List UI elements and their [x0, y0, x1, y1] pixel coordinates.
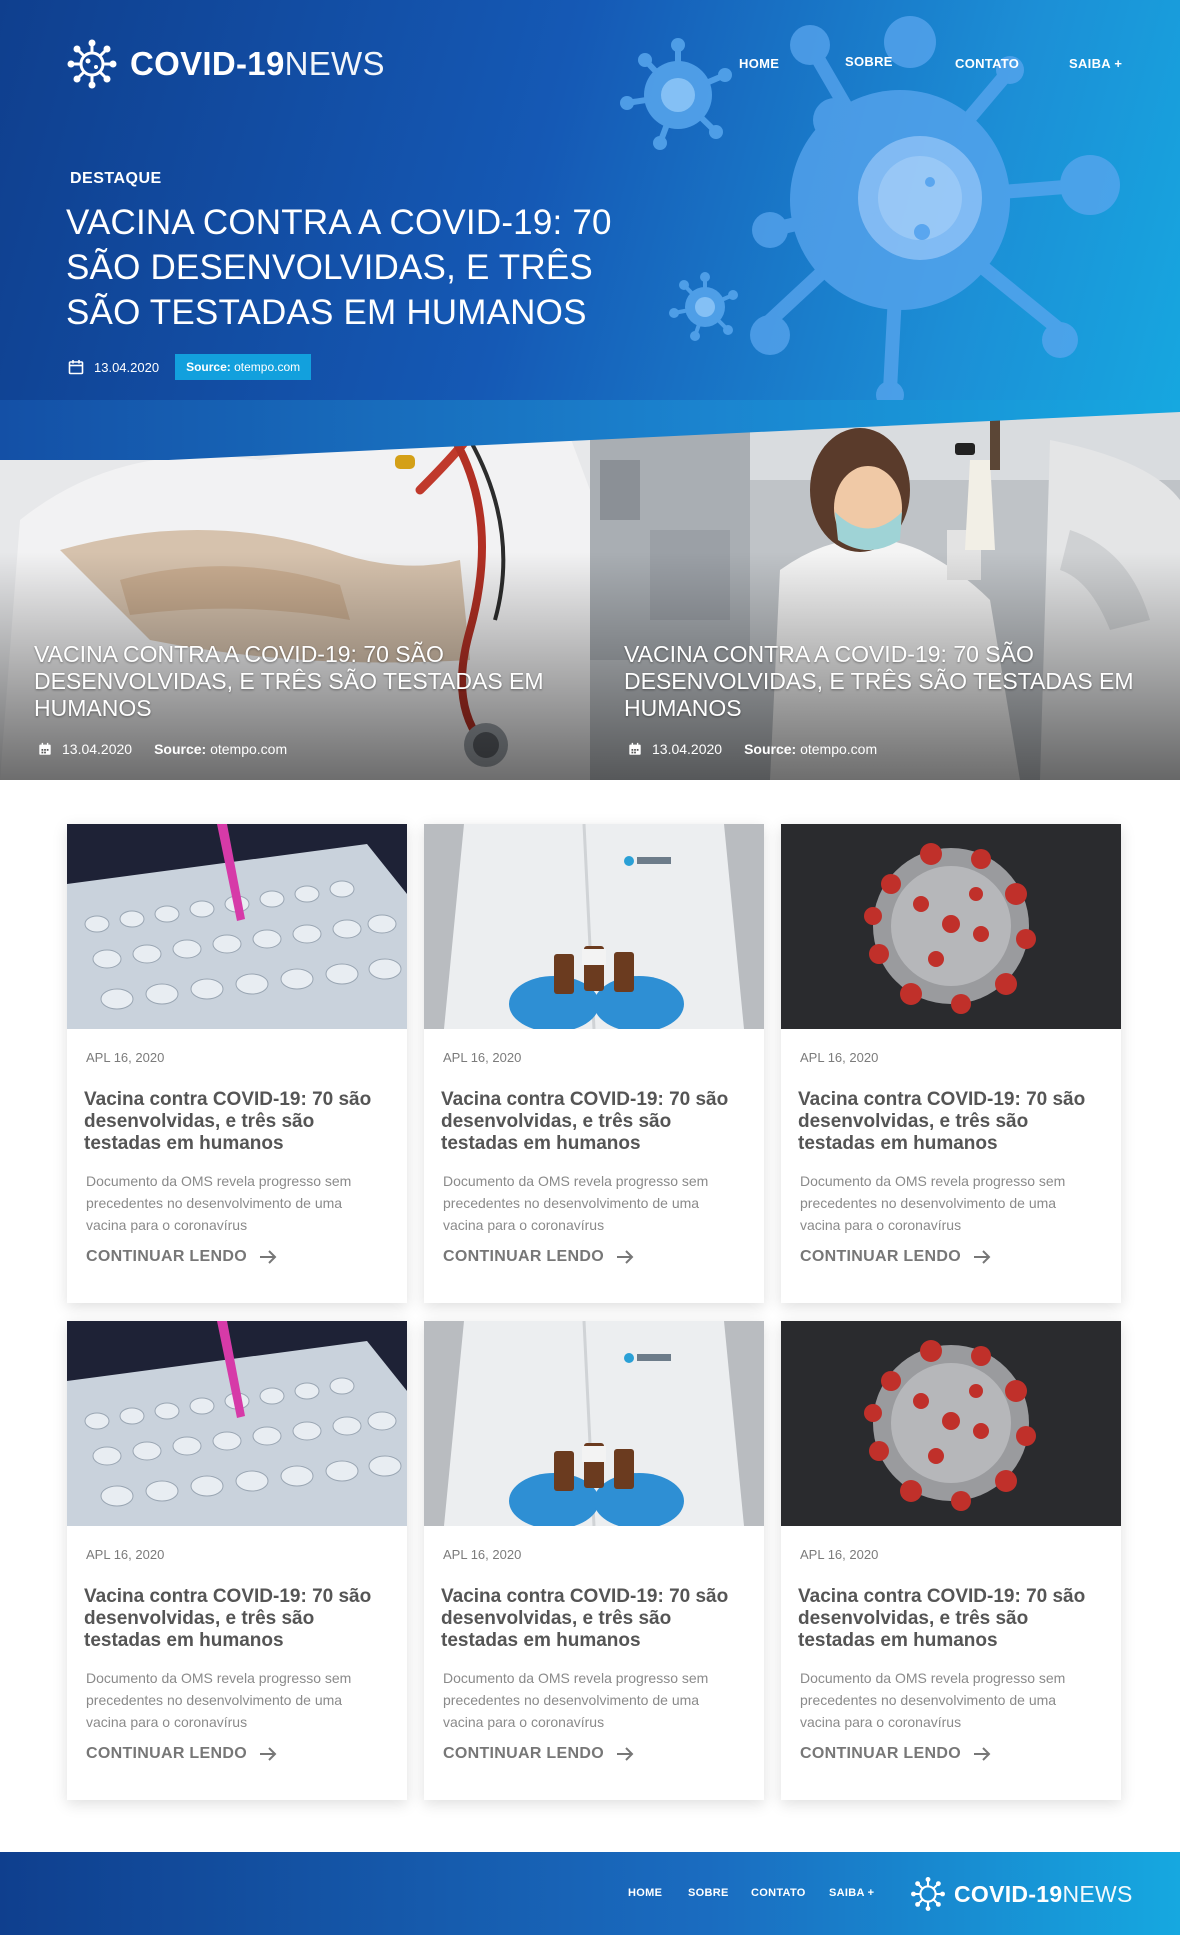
card-date: APL 16, 2020 — [86, 1050, 165, 1065]
image-shade — [0, 400, 590, 780]
arrow-right-icon — [616, 1250, 634, 1264]
card-date: APL 16, 2020 — [86, 1547, 165, 1562]
footer-nav-home[interactable]: HOME — [628, 1887, 662, 1899]
card-excerpt: Documento da OMS revela progresso sem pr… — [800, 1670, 1066, 1730]
news-card[interactable]: APL 16, 2020 Vacina contra COVID-19: 70 … — [424, 823, 764, 1303]
card-date: APL 16, 2020 — [800, 1050, 879, 1065]
continue-reading-link[interactable]: CONTINUAR LENDO — [86, 1745, 277, 1763]
featured-title[interactable]: VACINA CONTRA A COVID-19: 70 SÃO DESENVO… — [34, 641, 554, 722]
card-title[interactable]: Vacina contra COVID-19: 70 são desenvolv… — [441, 1089, 751, 1155]
card-excerpt: Documento da OMS revela progresso sem pr… — [86, 1670, 352, 1730]
calendar-icon — [68, 360, 84, 375]
continue-reading-link[interactable]: CONTINUAR LENDO — [443, 1745, 634, 1763]
arrow-right-icon — [616, 1747, 634, 1761]
featured-date: 13.04.2020 — [62, 741, 133, 757]
featured-date: 13.04.2020 — [652, 741, 723, 757]
footer-nav-saiba-mais[interactable]: SAIBA + — [829, 1887, 874, 1899]
image-shade — [590, 400, 1180, 780]
card-title[interactable]: Vacina contra COVID-19: 70 são desenvolv… — [441, 1586, 751, 1652]
calendar-icon — [39, 742, 51, 755]
lab-coat-vials-image — [424, 823, 764, 1032]
continue-reading-link[interactable]: CONTINUAR LENDO — [800, 1248, 991, 1266]
test-tubes-image — [67, 824, 407, 1029]
footer-nav-contato[interactable]: CONTATO — [751, 1887, 806, 1899]
footer-nav-sobre[interactable]: SOBRE — [688, 1887, 729, 1899]
featured-source: Source: otempo.com — [744, 741, 878, 757]
arrow-right-icon — [973, 1250, 991, 1264]
coronavirus-image — [781, 1321, 1121, 1526]
nav-saiba-mais[interactable]: SAIBA + — [1069, 56, 1122, 71]
card-date: APL 16, 2020 — [800, 1547, 879, 1562]
hero-headline[interactable]: VACINA CONTRA A COVID-19: 70 SÃO DESENVO… — [66, 200, 626, 335]
arrow-right-icon — [259, 1250, 277, 1264]
featured-meta: 13.04.2020 Source: otempo.com — [628, 741, 877, 757]
lab-coat-vials-image — [424, 1320, 764, 1529]
featured-story-doctor[interactable]: VACINA CONTRA A COVID-19: 70 SÃO DESENVO… — [0, 400, 590, 780]
news-card[interactable]: APL 16, 2020 Vacina contra COVID-19: 70 … — [67, 1321, 407, 1800]
card-excerpt: Documento da OMS revela progresso sem pr… — [800, 1173, 1066, 1233]
card-title[interactable]: Vacina contra COVID-19: 70 são desenvolv… — [84, 1586, 394, 1652]
arrow-right-icon — [973, 1747, 991, 1761]
nav-home[interactable]: HOME — [739, 56, 779, 71]
hero-date: 13.04.2020 — [94, 359, 160, 375]
card-title[interactable]: Vacina contra COVID-19: 70 são desenvolv… — [798, 1089, 1108, 1155]
card-date: APL 16, 2020 — [443, 1547, 522, 1562]
continue-reading-link[interactable]: CONTINUAR LENDO — [800, 1745, 991, 1763]
arrow-right-icon — [259, 1747, 277, 1761]
virus-icon — [911, 1877, 945, 1911]
site-footer: HOME SOBRE CONTATO SAIBA + COVID-19NEWS — [0, 1852, 1180, 1935]
news-card[interactable]: APL 16, 2020 Vacina contra COVID-19: 70 … — [781, 1321, 1121, 1800]
card-excerpt: Documento da OMS revela progresso sem pr… — [443, 1670, 709, 1730]
news-card[interactable]: APL 16, 2020 Vacina contra COVID-19: 70 … — [424, 1320, 764, 1800]
featured-title[interactable]: VACINA CONTRA A COVID-19: 70 SÃO DESENVO… — [624, 641, 1144, 722]
hero-meta: 13.04.2020 Source: otempo.com — [68, 354, 312, 380]
card-date: APL 16, 2020 — [443, 1050, 522, 1065]
nav-contato[interactable]: CONTATO — [955, 56, 1019, 71]
news-card[interactable]: APL 16, 2020 Vacina contra COVID-19: 70 … — [781, 824, 1121, 1303]
news-card[interactable]: APL 16, 2020 Vacina contra COVID-19: 70 … — [67, 824, 407, 1303]
hero-banner: COVID-19NEWS HOME SOBRE CONTATO SAIBA + … — [0, 0, 1180, 460]
card-excerpt: Documento da OMS revela progresso sem pr… — [86, 1173, 352, 1233]
main-nav: HOME SOBRE CONTATO SAIBA + — [0, 54, 1180, 76]
test-tubes-image — [67, 1321, 407, 1526]
hero-kicker: DESTAQUE — [70, 170, 162, 187]
featured-source: Source: otempo.com — [154, 741, 288, 757]
card-title[interactable]: Vacina contra COVID-19: 70 são desenvolv… — [84, 1089, 394, 1155]
footer-logo[interactable]: COVID-19NEWS — [910, 1876, 1133, 1912]
featured-meta: 13.04.2020 Source: otempo.com — [38, 741, 287, 757]
footer-brand-name: COVID-19NEWS — [954, 1880, 1133, 1907]
source-badge[interactable]: Source: otempo.com — [175, 354, 312, 380]
calendar-icon — [629, 742, 641, 755]
card-title[interactable]: Vacina contra COVID-19: 70 são desenvolv… — [798, 1586, 1108, 1652]
nav-sobre[interactable]: SOBRE — [845, 54, 893, 69]
continue-reading-link[interactable]: CONTINUAR LENDO — [443, 1248, 634, 1266]
featured-stories: VACINA CONTRA A COVID-19: 70 SÃO DESENVO… — [0, 400, 1180, 780]
coronavirus-image — [781, 824, 1121, 1029]
featured-story-researcher[interactable]: VACINA CONTRA A COVID-19: 70 SÃO DESENVO… — [590, 400, 1180, 780]
continue-reading-link[interactable]: CONTINUAR LENDO — [86, 1248, 277, 1266]
card-excerpt: Documento da OMS revela progresso sem pr… — [443, 1173, 709, 1233]
